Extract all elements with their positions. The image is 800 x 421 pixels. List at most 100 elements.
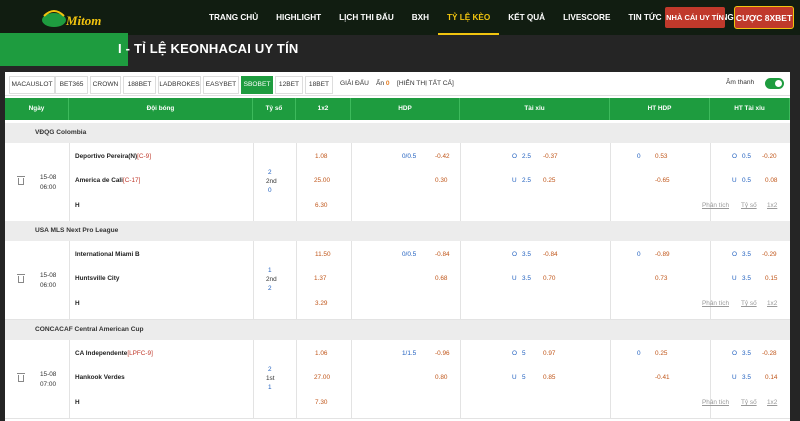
logo[interactable]: Mitom <box>40 4 120 32</box>
sound-label: Âm thanh <box>726 79 755 86</box>
page-title: I - TỈ LỆ KEONHACAI UY TÍN <box>118 41 299 56</box>
tab-18bet[interactable]: 18BET <box>305 76 333 94</box>
ht-ou-under[interactable]: 0.14 <box>765 374 777 381</box>
x12-link[interactable]: 1x2 <box>767 399 777 406</box>
hdp-away[interactable]: 0.68 <box>435 275 447 282</box>
ht-ou-over[interactable]: -0.20 <box>762 153 777 160</box>
nha-cai-uy-tin-button[interactable]: NHÀ CÁI UY TÍN <box>665 7 725 28</box>
draw-label: H <box>75 202 80 209</box>
ou-over[interactable]: 0.97 <box>543 350 555 357</box>
col-header-1: Đội bóng <box>69 98 253 120</box>
ht-ou-under[interactable]: 0.15 <box>765 275 777 282</box>
away-team[interactable]: Hankook Verdes <box>75 374 125 381</box>
home-team[interactable]: International Miami B <box>75 251 140 258</box>
analysis-link[interactable]: Phân tích <box>702 399 729 406</box>
ou-under[interactable]: 0.25 <box>543 177 555 184</box>
away-team[interactable]: Huntsville City <box>75 275 119 282</box>
odds-2[interactable]: 27.00 <box>314 374 330 381</box>
tab-macauslot[interactable]: MACAUSLOT <box>9 76 55 94</box>
tab-crown[interactable]: CROWN <box>90 76 121 94</box>
col-header-2: Tỷ số <box>253 98 296 120</box>
tab-ladbrokes[interactable]: LADBROKES <box>158 76 201 94</box>
divider <box>610 340 611 419</box>
odds-x[interactable]: 6.30 <box>315 202 327 209</box>
odds-2[interactable]: 1.37 <box>314 275 326 282</box>
delete-icon[interactable] <box>17 373 25 382</box>
odds-1[interactable]: 1.08 <box>315 153 327 160</box>
tab-easybet[interactable]: EASYBET <box>203 76 239 94</box>
divider <box>460 340 461 419</box>
cuoc-8xbet-button[interactable]: CƯỢC 8XBET <box>734 6 794 29</box>
nav-item-6[interactable]: LIVESCORE <box>554 0 619 35</box>
x12-link[interactable]: 1x2 <box>767 300 777 307</box>
score-link[interactable]: Tỷ số <box>741 399 757 406</box>
ht-hdp-home[interactable]: 0.25 <box>655 350 667 357</box>
analysis-link[interactable]: Phân tích <box>702 300 729 307</box>
home-team[interactable]: Deportivo Pereira(N)[C-9] <box>75 153 151 160</box>
nav-item-5[interactable]: KẾT QUẢ <box>499 0 554 35</box>
away-team[interactable]: America de Cali[C-17] <box>75 177 140 184</box>
hidden-count: Ẩn 0 <box>376 80 390 87</box>
nav-item-4[interactable]: TỶ LỆ KÈO <box>438 0 500 35</box>
nav-item-1[interactable]: HIGHLIGHT <box>267 0 330 35</box>
analysis-link[interactable]: Phân tích <box>702 202 729 209</box>
ht-hdp-line: 0 <box>637 153 641 160</box>
logo-text: Mitom <box>65 13 101 28</box>
home-team[interactable]: CA Independente[LPFC-9] <box>75 350 153 357</box>
odds-x[interactable]: 7.30 <box>315 399 327 406</box>
odds-x[interactable]: 3.29 <box>315 300 327 307</box>
ou-over[interactable]: -0.37 <box>543 153 558 160</box>
sound-toggle[interactable] <box>765 78 784 89</box>
giai-dau-filter[interactable]: GIẢI ĐẤU <box>340 80 369 87</box>
nav-item-2[interactable]: LỊCH THI ĐẤU <box>330 0 403 35</box>
show-all-link[interactable]: [HIỂN THỊ TẤT CẢ] <box>397 80 454 87</box>
nav-item-0[interactable]: TRANG CHỦ <box>200 0 267 35</box>
divider <box>351 241 352 320</box>
ht-ou-over[interactable]: -0.28 <box>762 350 777 357</box>
divider <box>351 143 352 222</box>
table-header: Ngày Đội bóng Tỷ số 1x2 HDP Tài xỉu HT HDP HT T… <box>5 98 790 120</box>
ht-hdp-line: 0 <box>637 251 641 258</box>
hdp-line: 0/0.5 <box>402 251 417 258</box>
draw-label: H <box>75 399 80 406</box>
ou-under[interactable]: 0.85 <box>543 374 555 381</box>
hdp-away[interactable]: 0.80 <box>435 374 447 381</box>
odds-2[interactable]: 25.00 <box>314 177 330 184</box>
tab-bet365[interactable]: BET365 <box>55 76 88 94</box>
odds-1[interactable]: 11.50 <box>315 251 331 258</box>
ou-over[interactable]: -0.84 <box>543 251 558 258</box>
score-away: 0 <box>268 187 272 194</box>
nav-item-7[interactable]: TIN TỨC <box>619 0 670 35</box>
ou-line-2: 2.5 <box>522 177 531 184</box>
ht-hdp-home[interactable]: -0.89 <box>655 251 670 258</box>
delete-icon[interactable] <box>17 176 25 185</box>
hdp-home[interactable]: -0.42 <box>435 153 450 160</box>
ht-ou-over[interactable]: -0.29 <box>762 251 777 258</box>
score-link[interactable]: Tỷ số <box>741 202 757 209</box>
ht-ou-under[interactable]: 0.08 <box>765 177 777 184</box>
ht-hdp-away[interactable]: -0.41 <box>655 374 670 381</box>
tab-sbobet[interactable]: SBOBET <box>241 76 273 94</box>
score-link[interactable]: Tỷ số <box>741 300 757 307</box>
ht-hdp-home[interactable]: 0.53 <box>655 153 667 160</box>
score-away: 1 <box>268 384 272 391</box>
ht-hdp-away[interactable]: -0.65 <box>655 177 670 184</box>
x12-link[interactable]: 1x2 <box>767 202 777 209</box>
ou-under[interactable]: 0.70 <box>543 275 555 282</box>
divider <box>253 241 254 320</box>
hdp-home[interactable]: -0.96 <box>435 350 450 357</box>
ou-over-label: O <box>512 251 517 258</box>
hdp-home[interactable]: -0.84 <box>435 251 450 258</box>
delete-icon[interactable] <box>17 274 25 283</box>
hdp-away[interactable]: 0.30 <box>435 177 447 184</box>
divider <box>710 143 711 222</box>
ou-line: 2.5 <box>522 153 531 160</box>
tab-12bet[interactable]: 12BET <box>275 76 303 94</box>
away-team-name: Hankook Verdes <box>75 374 125 381</box>
tab-188bet[interactable]: 188BET <box>123 76 156 94</box>
ht-hdp-away[interactable]: 0.73 <box>655 275 667 282</box>
ou-line: 5 <box>522 350 526 357</box>
nav-item-3[interactable]: BXH <box>403 0 438 35</box>
odds-1[interactable]: 1.06 <box>315 350 327 357</box>
home-team-tag: [LPFC-9] <box>127 350 153 357</box>
